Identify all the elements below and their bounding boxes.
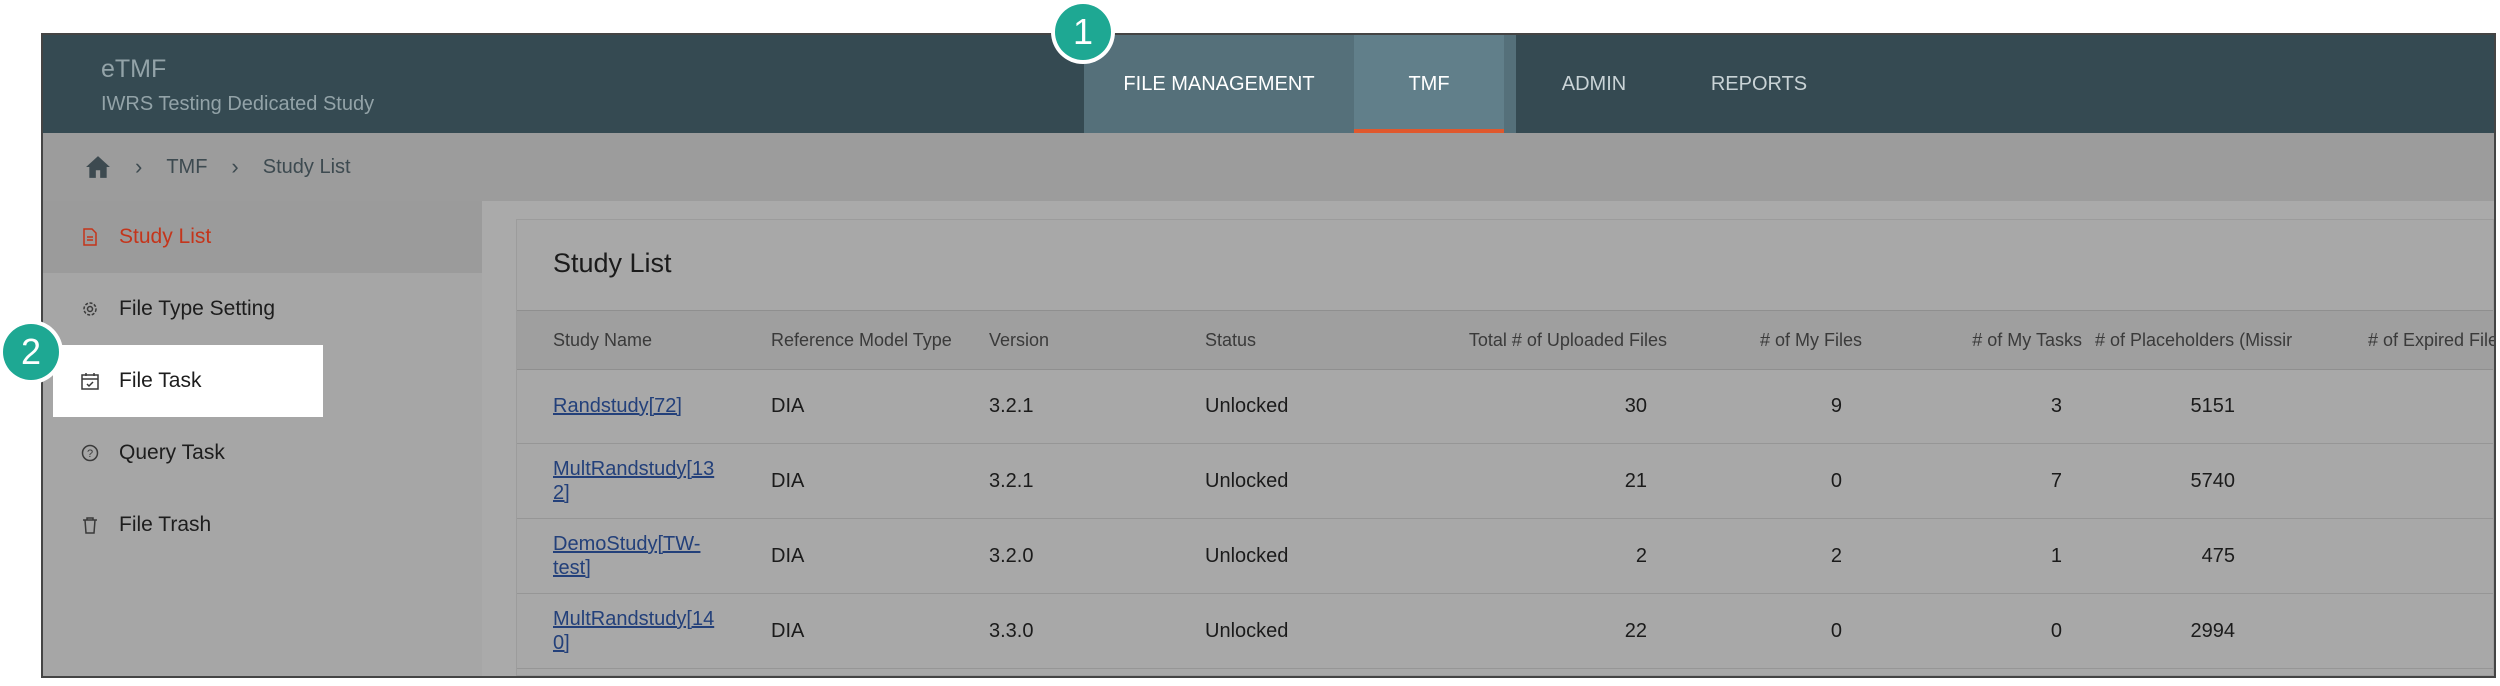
tab-reports[interactable]: REPORTS xyxy=(1674,35,1844,133)
column-header[interactable]: Reference Model Type xyxy=(771,311,952,369)
breadcrumb: › TMF › Study List xyxy=(43,133,2494,201)
study-name-line1: MultRandstudy[13 xyxy=(553,458,715,480)
study-name-line2: 0] xyxy=(553,632,570,654)
column-header[interactable]: Study Name xyxy=(553,311,652,369)
chevron-right-icon: › xyxy=(135,154,143,179)
column-header[interactable]: Status xyxy=(1205,311,1256,369)
study-name-cell[interactable]: Randstudy[72] xyxy=(553,369,753,443)
column-header[interactable]: # of My Tasks xyxy=(1907,311,2082,369)
sidebar: Study List File Type Setting ? Query Tas… xyxy=(43,201,482,676)
my-files-cell: 2 xyxy=(1830,544,1842,567)
column-header[interactable]: # of Expired Files xyxy=(2307,311,2494,369)
version-cell: 3.2.1 xyxy=(989,469,1034,492)
calendar-check-icon xyxy=(81,372,99,390)
model-cell: DIA xyxy=(771,394,805,417)
uploaded-cell: 30 xyxy=(1624,394,1647,417)
study-name-line1: Randstudy[72] xyxy=(553,394,682,417)
my-files-cell: 0 xyxy=(1830,619,1842,642)
uploaded-cell: 21 xyxy=(1624,469,1647,492)
table-row: DemoStudy[TW-test] DIA 3.2.0 Unlocked 2 … xyxy=(517,519,2493,594)
table-header: Study Name Reference Model Type Version … xyxy=(517,310,2494,370)
model-cell: DIA xyxy=(771,544,805,567)
step-badge-1: 1 xyxy=(1055,4,1111,60)
document-icon xyxy=(81,228,99,246)
sidebar-item-file-trash[interactable]: File Trash xyxy=(43,489,482,561)
status-cell: Unlocked xyxy=(1205,619,1289,642)
column-header[interactable]: # of My Files xyxy=(1717,311,1862,369)
study-name-cell[interactable]: MultRandstudy[14 0] xyxy=(553,594,753,668)
sidebar-item-label: File Trash xyxy=(119,513,212,536)
my-tasks-cell: 1 xyxy=(2050,544,2062,567)
sidebar-item-file-type-setting[interactable]: File Type Setting xyxy=(43,273,482,345)
main-content: Study List Study Name Reference Model Ty… xyxy=(482,201,2494,676)
status-cell: Unlocked xyxy=(1205,469,1289,492)
question-icon: ? xyxy=(81,444,99,462)
study-name-line1: DemoStudy[TW- xyxy=(553,533,701,555)
my-files-cell: 9 xyxy=(1830,394,1842,417)
study-name-line2: test] xyxy=(553,557,591,579)
study-name: IWRS Testing Dedicated Study xyxy=(101,93,375,115)
tab-tmf[interactable]: TMF xyxy=(1354,35,1504,133)
tab-admin[interactable]: ADMIN xyxy=(1514,35,1674,133)
placeholders-cell: 2994 xyxy=(2190,619,2236,642)
version-cell: 3.2.0 xyxy=(989,544,1034,567)
my-tasks-cell: 0 xyxy=(2050,619,2062,642)
expired-cell[interactable]: 4 xyxy=(2307,444,2494,518)
sidebar-item-label: File Task xyxy=(119,369,202,392)
breadcrumb-study-list: Study List xyxy=(262,155,351,178)
chevron-right-icon: › xyxy=(231,154,239,179)
uploaded-cell: 2 xyxy=(1635,544,1647,567)
column-header[interactable]: # of Placeholders (Missir xyxy=(2095,311,2299,369)
study-name-cell[interactable]: DemoStudy[TW-test] xyxy=(553,519,753,593)
table-row: MultRandstudy[14 0] DIA 3.3.0 Unlocked 22… xyxy=(517,594,2493,669)
table-row: MultRandstudy[13 2] DIA 3.2.1 Unlocked 21… xyxy=(517,444,2493,519)
app-title: eTMF xyxy=(101,55,167,83)
my-tasks-cell: 3 xyxy=(2050,394,2062,417)
breadcrumb-tmf[interactable]: TMF xyxy=(166,156,207,179)
study-name-line2: 2] xyxy=(553,482,570,504)
expired-cell[interactable]: 8 xyxy=(2307,594,2494,668)
app-window: eTMF IWRS Testing Dedicated Study FILE M… xyxy=(41,33,2496,678)
column-header[interactable]: Total # of Uploaded Files xyxy=(1417,311,1667,369)
my-tasks-cell: 7 xyxy=(2050,469,2062,492)
sidebar-item-study-list[interactable]: Study List xyxy=(43,201,482,273)
status-cell: Unlocked xyxy=(1205,544,1289,567)
status-cell: Unlocked xyxy=(1205,394,1289,417)
step-badge-2: 2 xyxy=(3,324,59,380)
expired-cell[interactable]: 0 xyxy=(2307,519,2494,593)
gear-icon xyxy=(81,300,99,318)
column-header[interactable]: Version xyxy=(989,311,1049,369)
placeholders-cell: 475 xyxy=(2201,544,2235,567)
model-cell: DIA xyxy=(771,619,805,642)
sidebar-item-label: Study List xyxy=(119,225,212,248)
placeholders-cell: 5740 xyxy=(2190,469,2236,492)
tab-file-management[interactable]: FILE MANAGEMENT xyxy=(1084,35,1354,133)
tab-tmf-label: TMF xyxy=(1408,73,1450,95)
study-list-card: Study List Study Name Reference Model Ty… xyxy=(516,219,2494,676)
study-link[interactable]: MultRandstudy[13 2] xyxy=(553,457,714,505)
table-row: Randstudy[72] DIA 3.2.1 Unlocked 30 9 3 … xyxy=(517,369,2493,444)
my-files-cell: 0 xyxy=(1830,469,1842,492)
study-name-line1: MultRandstudy[14 xyxy=(553,608,715,630)
page-title: Study List xyxy=(553,248,672,278)
study-name-cell[interactable]: MultRandstudy[13 2] xyxy=(553,444,753,518)
trash-icon xyxy=(81,516,99,534)
model-cell: DIA xyxy=(771,469,805,492)
svg-text:?: ? xyxy=(87,448,93,460)
sidebar-item-label: Query Task xyxy=(119,441,225,464)
study-link[interactable]: Randstudy[72] xyxy=(553,395,682,418)
placeholders-cell: 5151 xyxy=(2190,394,2236,417)
sidebar-item-query-task[interactable]: ? Query Task xyxy=(43,417,482,489)
version-cell: 3.2.1 xyxy=(989,394,1034,417)
study-link[interactable]: MultRandstudy[14 0] xyxy=(553,607,714,655)
study-link[interactable]: DemoStudy[TW-test] xyxy=(553,532,700,580)
home-icon[interactable] xyxy=(85,155,111,179)
uploaded-cell: 22 xyxy=(1624,619,1647,642)
brand: eTMF IWRS Testing Dedicated Study xyxy=(101,53,374,119)
sidebar-item-label: File Type Setting xyxy=(119,297,276,320)
highlighted-sidebar-item-file-task[interactable]: File Task xyxy=(53,345,323,417)
expired-cell[interactable]: 2 xyxy=(2307,369,2494,443)
version-cell: 3.3.0 xyxy=(989,619,1034,642)
